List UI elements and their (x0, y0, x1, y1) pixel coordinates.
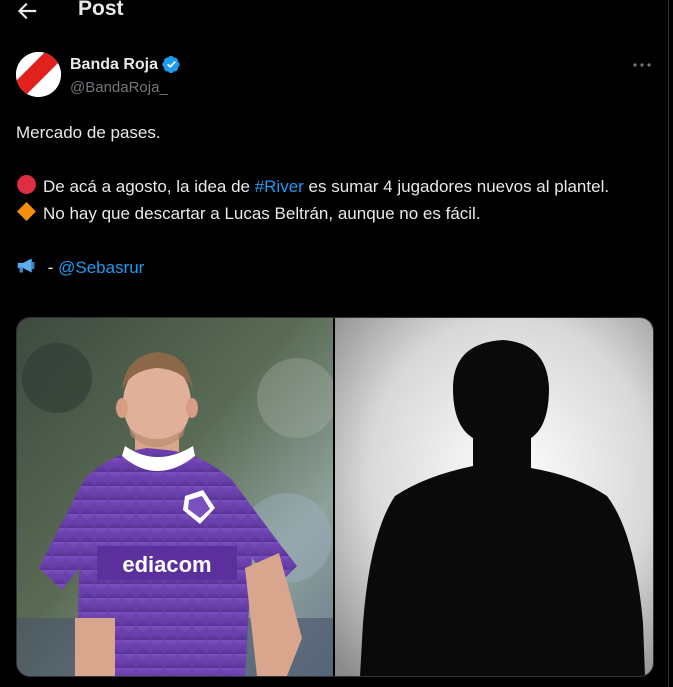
tweet-text-segment: De acá a agosto, la idea de (43, 177, 255, 196)
tweet-text-segment: es sumar 4 jugadores nuevos al plantel. (303, 177, 610, 196)
tweet-media[interactable]: ediacom (16, 317, 654, 677)
hashtag-river-link[interactable]: #River (255, 177, 304, 196)
silhouette-photo[interactable] (335, 318, 653, 676)
tweet-text: Mercado de pases. De acá a agosto, la id… (16, 119, 652, 281)
column-border (668, 0, 669, 687)
red-circle-icon (17, 175, 36, 194)
more-horizontal-icon[interactable] (632, 61, 652, 69)
author-name-row: Banda Roja (70, 55, 181, 74)
tweet-paragraph-2: De acá a agosto, la idea de #River es su… (16, 173, 652, 200)
post-header: Post (0, 0, 668, 26)
verified-badge-icon (162, 55, 180, 74)
tweet-text-segment: No hay que descartar a Lucas Beltrán, au… (43, 204, 481, 223)
avatar[interactable] (16, 52, 61, 97)
page-title: Post (78, 0, 124, 20)
player-photo[interactable]: ediacom (17, 318, 333, 676)
tweet-paragraph-4: - @Sebasrur (16, 254, 652, 281)
tweet-line-1: Mercado de pases. (16, 123, 161, 142)
arrow-left-icon[interactable] (14, 0, 40, 24)
megaphone-icon (17, 258, 35, 273)
author-handle[interactable]: @BandaRoja_ (70, 79, 168, 96)
tweet-paragraph-3: No hay que descartar a Lucas Beltrán, au… (16, 200, 652, 227)
jersey-sponsor-text: ediacom (122, 552, 211, 577)
banda-roja-logo (16, 52, 61, 97)
orange-diamond-icon (17, 202, 36, 221)
mention-sebasrur-link[interactable]: @Sebasrur (58, 258, 144, 277)
author-name[interactable]: Banda Roja (70, 56, 158, 74)
tweet-text-segment: - (43, 258, 59, 277)
